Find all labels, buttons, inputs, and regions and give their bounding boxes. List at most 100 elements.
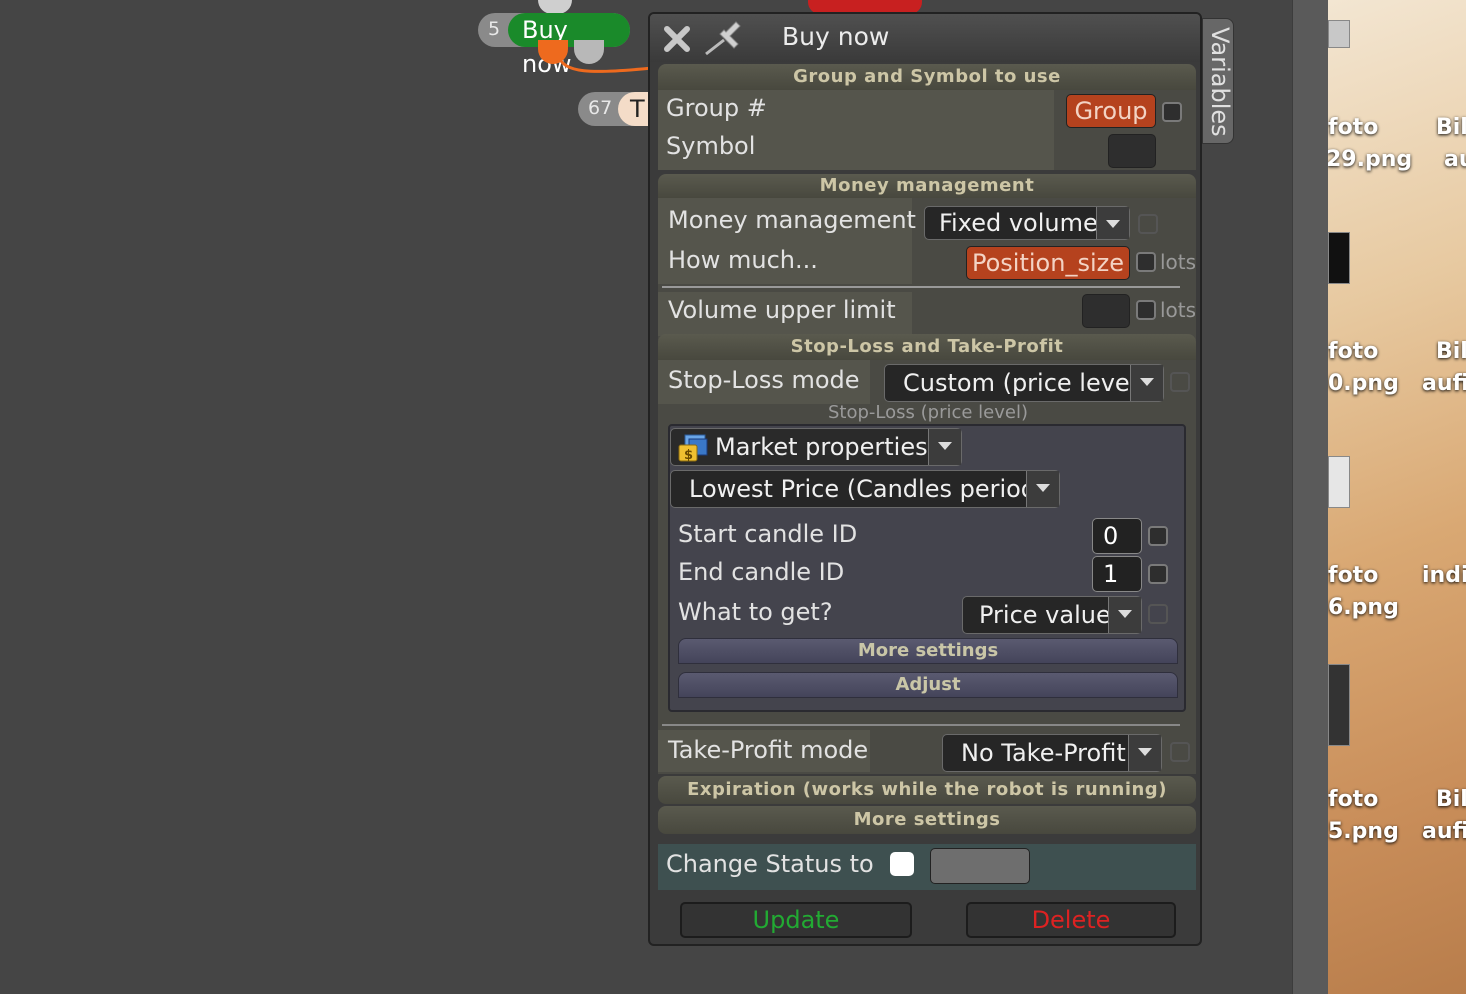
node-number: 67 (588, 97, 613, 119)
how-much-checkbox[interactable] (1136, 252, 1156, 272)
end-candle-checkbox[interactable] (1148, 564, 1168, 584)
price-level-panel: $ Market properties Lowest Price (Candle… (668, 424, 1186, 712)
end-candle-input[interactable]: 1 (1092, 556, 1142, 592)
take-profit-mode-dropdown[interactable]: No Take-Profit (942, 734, 1162, 772)
file-name[interactable]: 6.png (1328, 592, 1399, 624)
dialog-titlebar[interactable]: Buy now (650, 14, 1200, 62)
money-management-label: Money management (668, 206, 916, 234)
chevron-down-icon[interactable] (928, 429, 961, 465)
dropdown-value: No Take-Profit (961, 739, 1126, 767)
chevron-down-icon[interactable] (1128, 735, 1161, 771)
symbol-input[interactable] (1108, 134, 1156, 168)
take-profit-mode-label: Take-Profit mode (668, 736, 869, 764)
chevron-down-icon[interactable] (1026, 471, 1059, 507)
stop-loss-mode-dropdown[interactable]: Custom (price level) (884, 364, 1164, 402)
unit-label: lots (1160, 298, 1197, 322)
divider (662, 286, 1180, 288)
file-thumbnail[interactable] (1328, 664, 1350, 746)
file-name[interactable]: foto (1328, 336, 1378, 368)
file-name[interactable]: Bil (1436, 336, 1466, 368)
take-profit-mode-checkbox[interactable] (1170, 742, 1190, 762)
end-candle-label: End candle ID (678, 558, 845, 586)
buy-now-dialog: Buy now Group and Symbol to use Group # … (648, 12, 1202, 946)
section-header-stop-loss-take-profit[interactable]: Stop-Loss and Take-Profit (658, 334, 1196, 360)
section-header-more-settings[interactable]: More settings (658, 806, 1196, 834)
market-properties-dropdown[interactable]: $ Market properties (670, 428, 962, 466)
connector-dot[interactable] (538, 0, 572, 14)
file-name[interactable]: Bil (1436, 112, 1466, 144)
change-status-row: Change Status to (658, 844, 1196, 890)
file-name[interactable]: aufi (1422, 816, 1466, 848)
section-header-group-symbol[interactable]: Group and Symbol to use (658, 64, 1196, 90)
node-t[interactable]: 67 T (578, 92, 658, 126)
market-properties-icon: $ (678, 434, 708, 463)
node-label: Buy now (508, 13, 630, 78)
variables-tab[interactable]: Variables (1202, 18, 1234, 144)
node-number: 5 (488, 18, 501, 40)
svg-text:$: $ (684, 448, 693, 463)
chevron-down-icon[interactable] (1108, 597, 1141, 633)
start-candle-label: Start candle ID (678, 520, 858, 548)
divider (662, 724, 1180, 726)
dropdown-value: Lowest Price (Candles period) (689, 475, 1046, 503)
pin-icon[interactable] (702, 20, 748, 58)
group-checkbox[interactable] (1162, 102, 1182, 122)
file-thumbnail[interactable] (1328, 20, 1350, 48)
file-name[interactable]: indi (1422, 560, 1466, 592)
group-button[interactable]: Group (1066, 94, 1156, 128)
volume-limit-checkbox[interactable] (1136, 300, 1156, 320)
stop-loss-sublabel: Stop-Loss (price level) (828, 402, 1028, 423)
dropdown-value: Fixed volume (939, 209, 1098, 237)
more-settings-button[interactable]: More settings (678, 638, 1178, 664)
window-divider (1292, 0, 1329, 994)
how-much-label: How much... (668, 246, 818, 274)
close-icon[interactable] (660, 22, 694, 56)
status-color-picker[interactable] (930, 848, 1030, 884)
what-to-get-dropdown[interactable]: Price value (962, 596, 1142, 634)
variables-tab-label: Variables (1206, 27, 1234, 137)
volume-upper-limit-input[interactable] (1082, 294, 1130, 328)
file-thumbnail[interactable] (1328, 456, 1350, 508)
dropdown-value: Custom (price level) (903, 369, 1146, 397)
file-name[interactable]: 0.png (1328, 368, 1399, 400)
money-management-checkbox[interactable] (1138, 214, 1158, 234)
section-body-group-symbol: Group # Group Symbol (658, 90, 1196, 170)
what-to-get-checkbox[interactable] (1148, 604, 1168, 624)
stop-loss-mode-label: Stop-Loss mode (668, 366, 860, 394)
group-number-label: Group # (666, 94, 767, 122)
connection-wire (556, 53, 653, 73)
start-candle-input[interactable]: 0 (1092, 518, 1142, 554)
file-thumbnail[interactable] (1328, 232, 1350, 284)
file-name[interactable]: aufi (1444, 144, 1466, 176)
update-button[interactable]: Update (680, 902, 912, 938)
dialog-title: Buy now (782, 22, 890, 51)
file-name[interactable]: foto (1328, 560, 1378, 592)
what-to-get-label: What to get? (678, 598, 833, 626)
file-name[interactable]: 29.png (1328, 144, 1412, 176)
file-name[interactable]: foto (1328, 784, 1378, 816)
section-header-expiration[interactable]: Expiration (works while the robot is run… (658, 776, 1196, 804)
lowest-price-dropdown[interactable]: Lowest Price (Candles period) (670, 470, 1060, 508)
file-name[interactable]: 5.png (1328, 816, 1399, 848)
dropdown-value: Price value (979, 601, 1111, 629)
section-header-money-management[interactable]: Money management (658, 174, 1196, 198)
desktop-background: foto 29.png Bil aufi foto 0.png Bil aufi… (1328, 0, 1466, 994)
dropdown-value: Market properties (715, 433, 928, 461)
unit-label: lots (1160, 250, 1197, 274)
delete-button[interactable]: Delete (966, 902, 1176, 938)
stop-loss-mode-checkbox[interactable] (1170, 372, 1190, 392)
file-name[interactable]: Bil (1436, 784, 1466, 816)
file-name[interactable]: aufi (1422, 368, 1466, 400)
position-size-button[interactable]: Position_size (966, 246, 1130, 280)
change-status-label: Change Status to (666, 850, 874, 878)
chevron-down-icon[interactable] (1096, 207, 1129, 239)
section-body-money-management: Money management Fixed volume How much..… (658, 198, 1196, 340)
start-candle-checkbox[interactable] (1148, 526, 1168, 546)
money-management-dropdown[interactable]: Fixed volume (924, 206, 1130, 240)
change-status-checkbox[interactable] (890, 852, 914, 876)
chevron-down-icon[interactable] (1130, 365, 1163, 401)
symbol-label: Symbol (666, 132, 756, 160)
adjust-button[interactable]: Adjust (678, 672, 1178, 698)
volume-upper-limit-label: Volume upper limit (668, 296, 896, 324)
file-name[interactable]: foto (1328, 112, 1378, 144)
